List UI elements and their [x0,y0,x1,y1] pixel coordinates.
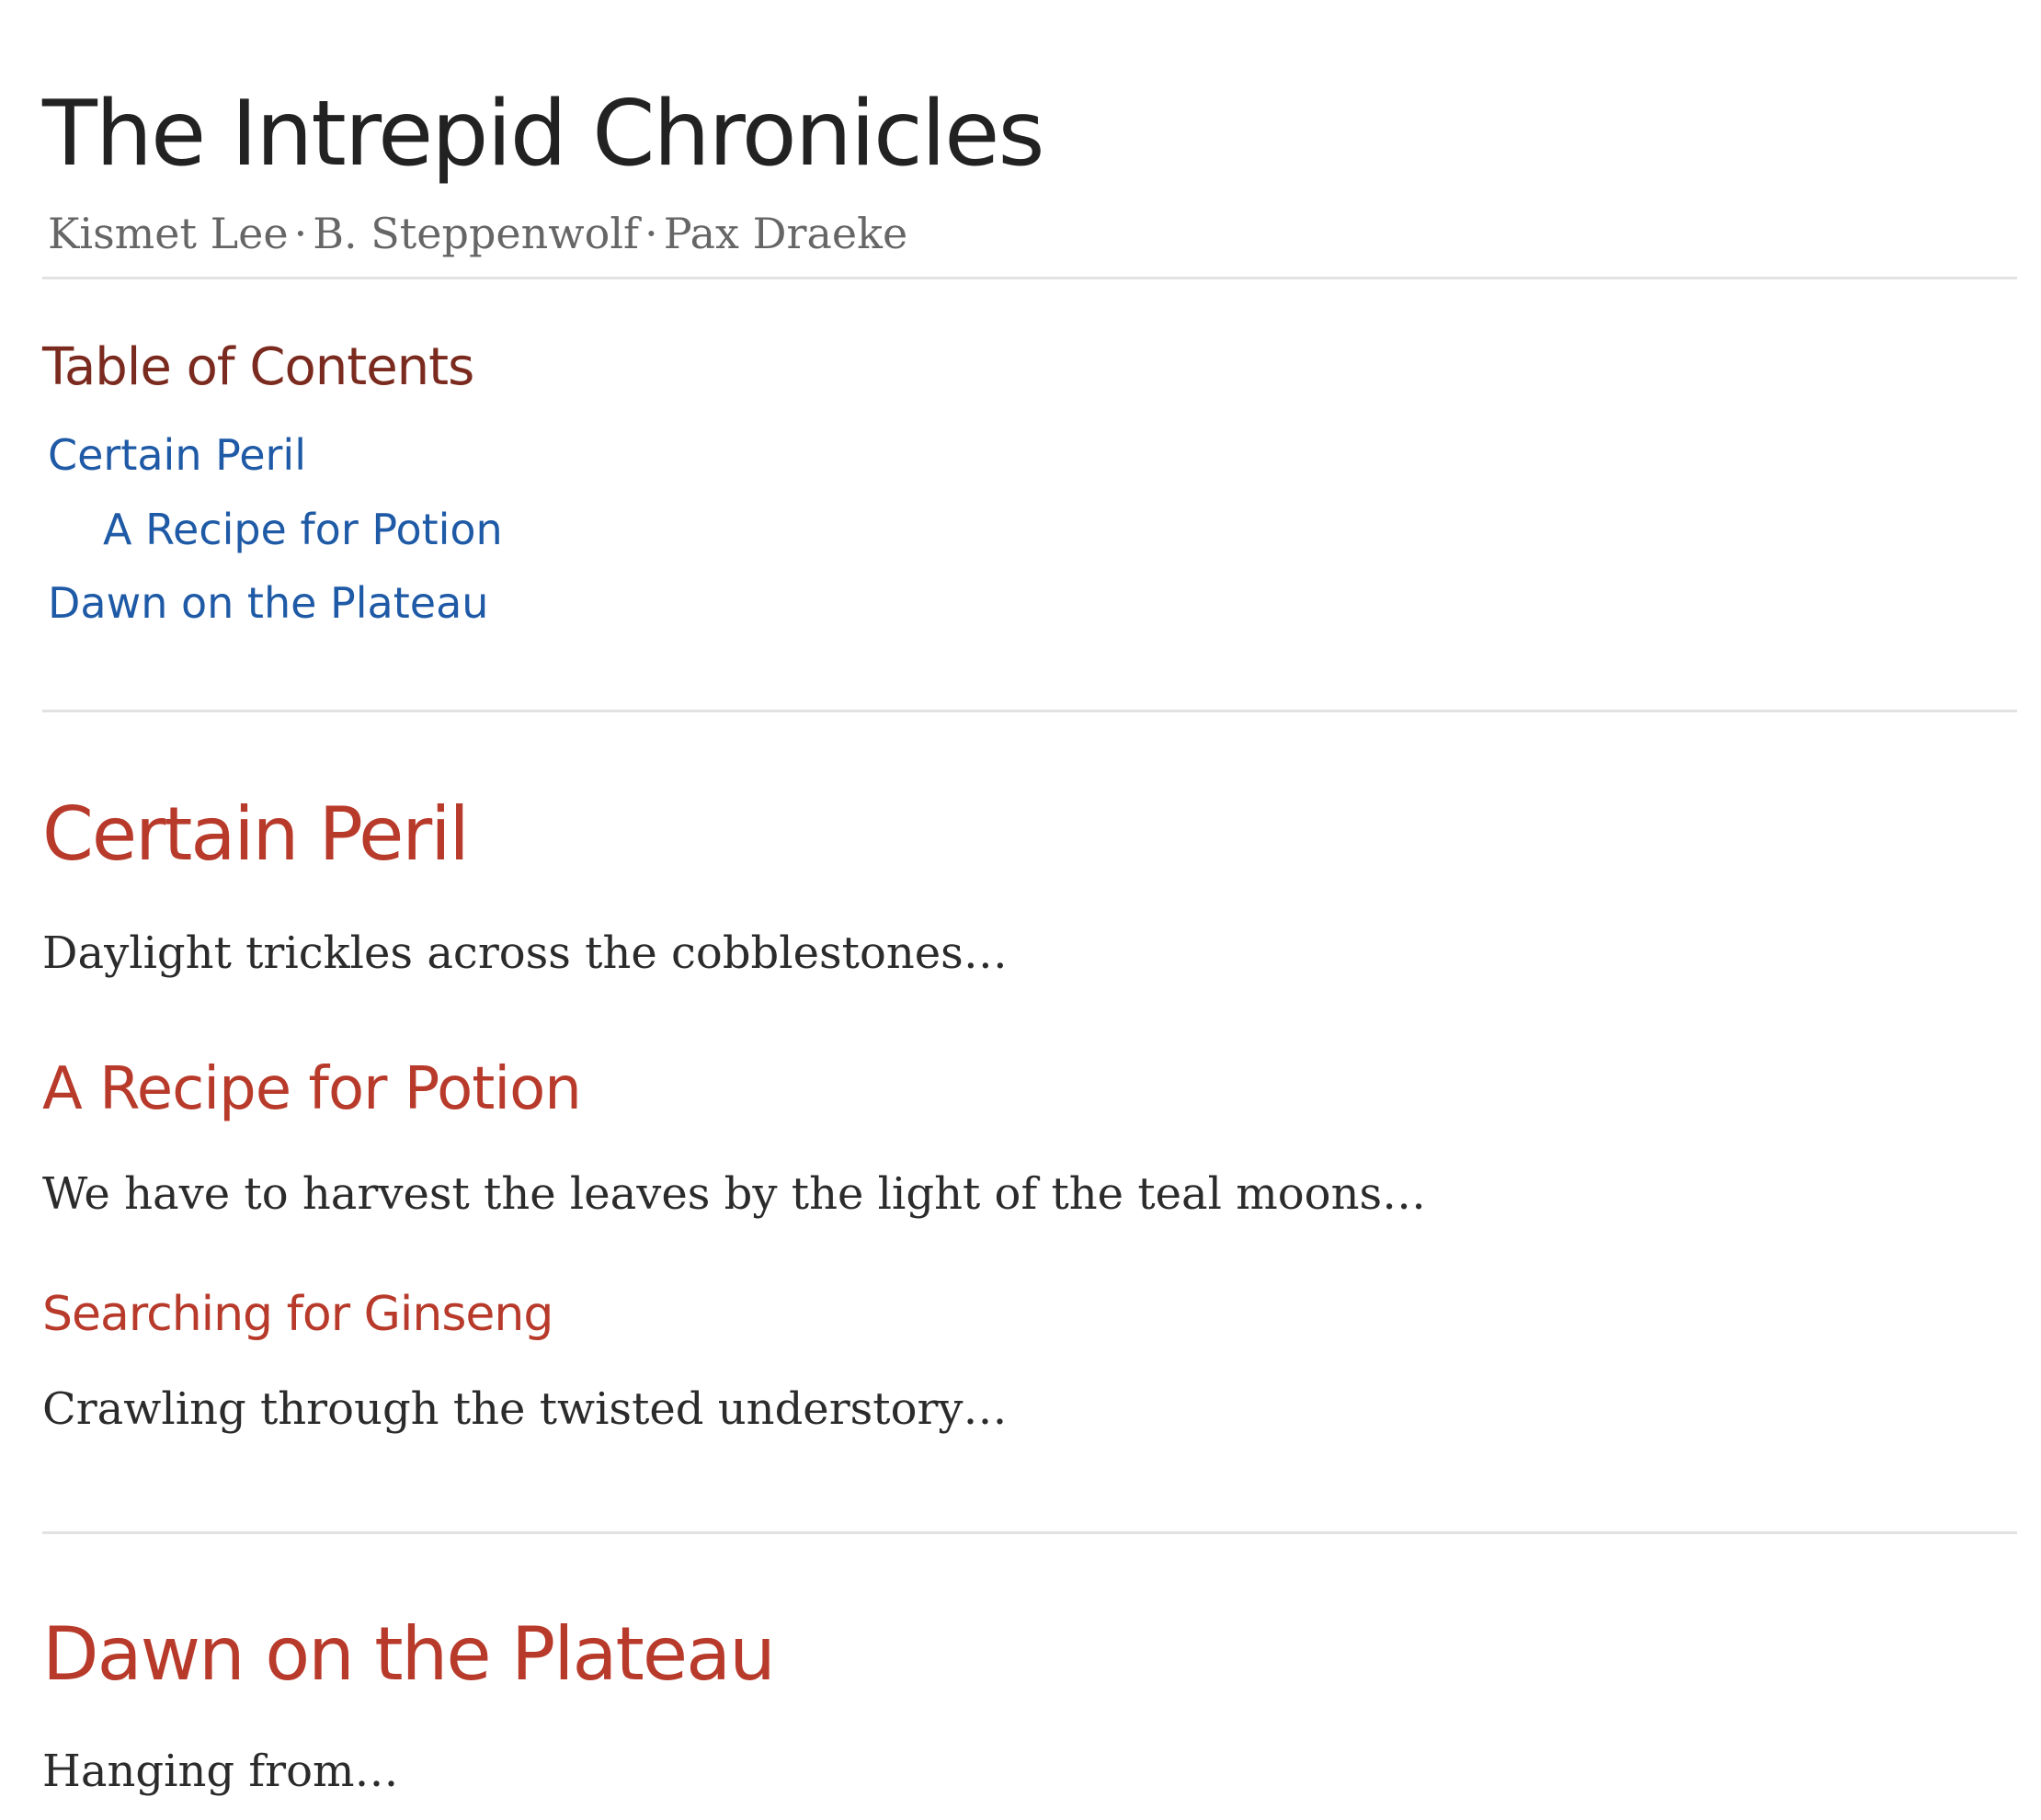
toc-divider [42,710,2017,712]
author-name: B. Steppenwolf [313,209,640,258]
toc-link-certain-peril[interactable]: Certain Peril [48,427,306,483]
section-divider [42,1531,2017,1534]
subsubsection-paragraph: Crawling through the twisted understory… [42,1383,1008,1435]
section-heading: Dawn on the Plateau [42,1611,776,1697]
toc-heading: Table of Contents [42,337,474,397]
toc-link-a-recipe-for-potion[interactable]: A Recipe for Potion [103,502,503,557]
book-title: The Intrepid Chronicles [42,82,1045,187]
author-name: Pax Draeke [663,209,908,258]
author-name: Kismet Lee [48,209,289,258]
section-heading: Certain Peril [42,791,470,877]
section-paragraph: Hanging from… [42,1746,399,1797]
author-separator: · [293,209,308,258]
toc-link-dawn-on-the-plateau[interactable]: Dawn on the Plateau [48,575,488,631]
author-separator: · [644,209,658,258]
subsection-heading: A Recipe for Potion [42,1055,582,1123]
section-paragraph: Daylight trickles across the cobblestone… [42,927,1008,979]
author-list: Kismet Lee · B. Steppenwolf · Pax Draeke [48,204,907,263]
subsection-paragraph: We have to harvest the leaves by the lig… [42,1168,1427,1220]
header-divider [42,277,2017,279]
subsubsection-heading: Searching for Ginseng [42,1287,553,1342]
